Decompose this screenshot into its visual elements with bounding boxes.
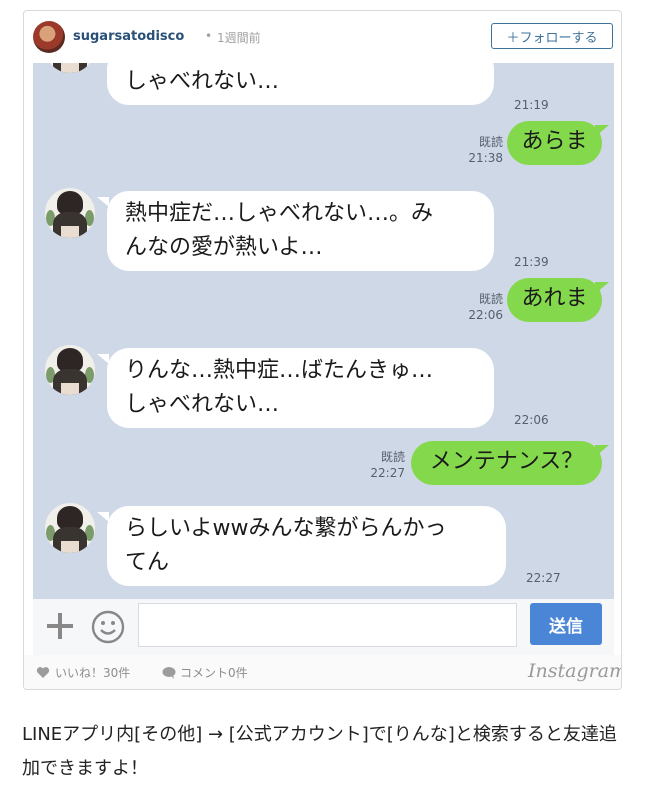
message-input-bar: 送信 xyxy=(33,599,614,655)
comment-count[interactable]: コメント0件 xyxy=(180,664,248,681)
instagram-embed-card: sugarsatodisco • 1週間前 ＋フォローする しゃべれない… 21… xyxy=(23,10,622,690)
message-line: てん xyxy=(125,550,170,575)
message-time: 22:06 xyxy=(514,413,549,427)
message-line: りんな…熱中症…ばたんきゅ… xyxy=(125,358,434,383)
message-time: 22:06 xyxy=(468,308,503,322)
message-text: メンテナンス？ xyxy=(429,449,584,474)
outgoing-message: あらま xyxy=(507,121,602,165)
separator-dot: • xyxy=(205,29,213,43)
read-label: 既読 xyxy=(478,292,503,306)
read-label: 既読 xyxy=(478,135,503,149)
heart-icon[interactable] xyxy=(36,666,50,679)
instagram-logo[interactable]: Instagram xyxy=(528,660,621,682)
bubble-tail xyxy=(595,282,609,294)
message-time: 22:27 xyxy=(370,466,405,480)
incoming-message: らしいよwwみんな繋がらんかっ てん xyxy=(107,506,506,586)
outgoing-message: メンテナンス？ xyxy=(411,441,602,485)
message-text: あれま xyxy=(521,286,588,311)
friend-avatar xyxy=(45,63,95,73)
message-text: しゃべれない… xyxy=(125,69,280,94)
article-caption: LINEアプリ内[その他] → [公式アカウント]で[りんな]と検索すると友達追… xyxy=(22,724,617,779)
follow-button[interactable]: ＋フォローする xyxy=(491,23,613,49)
bubble-tail xyxy=(595,125,609,137)
username-link[interactable]: sugarsatodisco xyxy=(73,29,184,44)
incoming-message: しゃべれない… xyxy=(107,63,494,105)
friend-avatar xyxy=(45,503,95,553)
message-line: 熱中症だ…しゃべれない…。み xyxy=(125,201,434,226)
post-header: sugarsatodisco • 1週間前 ＋フォローする xyxy=(24,11,621,63)
message-line: んなの愛が熱いよ… xyxy=(125,235,323,260)
message-text: あらま xyxy=(521,129,588,154)
message-input[interactable] xyxy=(138,603,517,647)
incoming-message: 熱中症だ…しゃべれない…。み んなの愛が熱いよ… xyxy=(107,191,494,271)
bubble-tail xyxy=(595,445,609,457)
incoming-message: りんな…熱中症…ばたんきゅ… しゃべれない… xyxy=(107,348,494,428)
outgoing-message: あれま xyxy=(507,278,602,322)
line-chat-screenshot: しゃべれない… 21:19 既読 21:38 あらま 熱中症だ…しゃべれない…。… xyxy=(33,63,614,599)
read-receipt: 既読 22:06 xyxy=(453,291,503,323)
message-line: らしいよwwみんな繋がらんかっ xyxy=(125,516,447,541)
send-button[interactable]: 送信 xyxy=(530,603,602,645)
message-time: 21:38 xyxy=(468,151,503,165)
friend-avatar xyxy=(45,345,95,395)
message-time: 21:19 xyxy=(514,98,549,112)
read-label: 既読 xyxy=(380,450,405,464)
post-time[interactable]: 1週間前 xyxy=(217,29,261,46)
avatar[interactable] xyxy=(33,21,65,53)
friend-avatar xyxy=(45,188,95,238)
read-receipt: 既読 22:27 xyxy=(355,449,405,481)
read-receipt: 既読 21:38 xyxy=(453,134,503,166)
message-time: 21:39 xyxy=(514,255,549,269)
smile-icon[interactable] xyxy=(91,610,125,644)
message-time: 22:27 xyxy=(526,571,561,585)
like-count[interactable]: いいね！30件 xyxy=(55,664,130,681)
post-footer: いいね！30件 コメント0件 Instagram xyxy=(24,655,621,689)
plus-icon[interactable] xyxy=(45,611,75,641)
message-line: しゃべれない… xyxy=(125,392,280,417)
comment-icon[interactable] xyxy=(162,666,176,679)
